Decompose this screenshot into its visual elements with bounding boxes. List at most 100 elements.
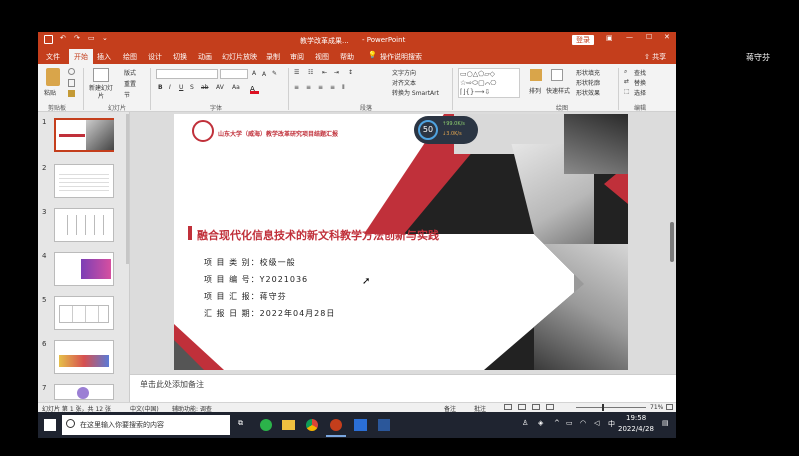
tray-chevron-icon[interactable]: ^: [554, 419, 560, 427]
line-spacing-icon[interactable]: ↕: [348, 69, 353, 76]
text-direction-button[interactable]: 文字方向: [392, 68, 416, 77]
slide-thumbnail-1[interactable]: [54, 118, 114, 152]
slide-thumbnail-4[interactable]: [54, 252, 114, 286]
tab-slideshow[interactable]: 幻灯片放映: [222, 52, 257, 62]
volume-icon[interactable]: ◁: [594, 419, 599, 427]
format-painter-icon[interactable]: [68, 90, 75, 97]
justify-icon[interactable]: ≡: [330, 84, 335, 91]
thumbs-scrollbar[interactable]: [126, 114, 129, 264]
quick-styles-icon[interactable]: [551, 69, 563, 81]
powerpoint-taskbar-icon[interactable]: [330, 419, 342, 431]
slide-thumbnail-2[interactable]: [54, 164, 114, 198]
find-button[interactable]: 查找: [634, 68, 646, 77]
zoom-level[interactable]: 71%: [650, 404, 663, 411]
slide-thumbnail-6[interactable]: [54, 340, 114, 374]
slide-title[interactable]: 融合现代化信息技术的新文科教学方法创新与实践: [197, 227, 439, 243]
slide-thumbnail-5[interactable]: [54, 296, 114, 330]
section-button[interactable]: 节: [124, 90, 130, 99]
align-text-button[interactable]: 对齐文本: [392, 78, 416, 87]
outdent-icon[interactable]: ⇥: [334, 69, 339, 76]
reading-view-icon[interactable]: [532, 404, 540, 410]
cut-icon[interactable]: [68, 68, 75, 75]
clock-date[interactable]: 2022/4/28: [618, 425, 654, 433]
taskbar-search-box[interactable]: 在这里输入你要搜索的内容: [62, 415, 230, 435]
close-button[interactable]: ✕: [664, 33, 670, 41]
slide[interactable]: 山东大学（威海）教学改革研究项目结题汇报 融合现代化信息技术的新文科教学方法创新…: [174, 114, 628, 370]
canvas-scrollbar[interactable]: [670, 222, 674, 262]
fit-slide-icon[interactable]: [666, 404, 673, 410]
align-left-icon[interactable]: ≡: [294, 84, 299, 91]
notes-pane[interactable]: 单击此处添加备注: [130, 374, 676, 402]
shadow-icon[interactable]: S: [190, 84, 194, 91]
tab-view[interactable]: 视图: [315, 52, 329, 62]
slide-thumbnail-7[interactable]: [54, 384, 114, 400]
share-button[interactable]: ⇧ 共享: [644, 52, 666, 62]
align-right-icon[interactable]: ≡: [318, 84, 323, 91]
tab-transitions[interactable]: 切换: [173, 52, 187, 62]
shape-effects-button[interactable]: 形状效果: [576, 88, 600, 97]
paste-button[interactable]: 粘贴: [44, 88, 56, 97]
tab-draw[interactable]: 绘图: [123, 52, 137, 62]
report-date[interactable]: 汇 报 日 期：2022年04月28日: [204, 308, 335, 319]
tab-help[interactable]: 帮助: [340, 52, 354, 62]
bold-icon[interactable]: B: [158, 84, 163, 91]
notifications-icon[interactable]: ▤: [662, 419, 669, 427]
customize-qat-icon[interactable]: ⌄: [102, 34, 108, 42]
wechat-icon[interactable]: [260, 419, 272, 431]
network-speed-widget[interactable]: 50 ↑99.0K/s ↓3.0K/s: [414, 116, 478, 144]
slideshow-view-icon[interactable]: [546, 404, 554, 410]
convert-smartart-button[interactable]: 转换为 SmartArt: [392, 88, 439, 97]
maximize-button[interactable]: ☐: [646, 33, 652, 41]
project-reporter[interactable]: 项 目 汇 报：蒋守芬: [204, 291, 287, 302]
tab-animations[interactable]: 动画: [198, 52, 212, 62]
font-name-combo[interactable]: [156, 69, 218, 79]
tray-app-icon[interactable]: ◈: [538, 419, 543, 427]
people-icon[interactable]: ♙: [522, 419, 528, 427]
tab-record[interactable]: 录制: [266, 52, 280, 62]
bullets-icon[interactable]: ☰: [294, 69, 299, 76]
ime-indicator[interactable]: 中: [608, 419, 615, 429]
layout-button[interactable]: 版式: [124, 68, 136, 77]
meeting-app-icon[interactable]: [354, 419, 367, 431]
columns-icon[interactable]: ⫴: [342, 84, 345, 92]
normal-view-icon[interactable]: [504, 404, 512, 410]
reset-button[interactable]: 重置: [124, 79, 136, 88]
sorter-view-icon[interactable]: [518, 404, 526, 410]
paste-icon[interactable]: [46, 68, 60, 86]
arrange-button[interactable]: 排列: [529, 86, 541, 95]
align-center-icon[interactable]: ≡: [306, 84, 311, 91]
change-case-icon[interactable]: Aa: [232, 84, 240, 91]
indent-icon[interactable]: ⇤: [322, 69, 327, 76]
shrink-font-icon[interactable]: A: [262, 71, 266, 78]
present-icon[interactable]: ▭: [88, 34, 95, 42]
redo-icon[interactable]: ↷: [74, 34, 80, 42]
zoom-thumb[interactable]: [602, 404, 604, 411]
tab-insert[interactable]: 插入: [97, 52, 111, 62]
windows-start-icon[interactable]: [44, 419, 56, 431]
project-number[interactable]: 项 目 编 号：Y2021036: [204, 274, 308, 285]
font-color-icon[interactable]: A: [250, 85, 259, 94]
zoom-slider[interactable]: [576, 407, 646, 408]
undo-icon[interactable]: ↶: [60, 34, 66, 42]
spacing-icon[interactable]: AV: [216, 84, 224, 91]
tab-file[interactable]: 文件: [46, 52, 60, 62]
new-slide-icon[interactable]: [93, 68, 109, 82]
grow-font-icon[interactable]: A: [252, 70, 256, 77]
word-icon[interactable]: [378, 419, 390, 431]
replace-button[interactable]: 替换: [634, 78, 646, 87]
strikethrough-icon[interactable]: ab: [201, 84, 209, 91]
font-size-combo[interactable]: [220, 69, 248, 79]
notes-placeholder[interactable]: 单击此处添加备注: [140, 379, 204, 390]
save-icon[interactable]: [44, 35, 53, 44]
ribbon-options-icon[interactable]: ▣: [606, 34, 613, 42]
shapes-gallery[interactable]: ▭○△⬠▱◇ ☆⇨⬭▢⌒⎔ ⌈⌋{}⟶⇩: [458, 68, 520, 98]
slide-thumbnail-3[interactable]: [54, 208, 114, 242]
task-view-icon[interactable]: ⧉: [238, 419, 243, 428]
numbering-icon[interactable]: ☷: [308, 69, 313, 76]
tell-me-search[interactable]: 操作说明搜索: [380, 52, 422, 62]
shape-fill-button[interactable]: 形状填充: [576, 68, 600, 77]
clear-format-icon[interactable]: ✎: [272, 70, 277, 77]
shape-outline-button[interactable]: 形状轮廓: [576, 78, 600, 87]
clock-time[interactable]: 19:58: [626, 414, 646, 422]
chrome-icon[interactable]: [306, 419, 318, 431]
